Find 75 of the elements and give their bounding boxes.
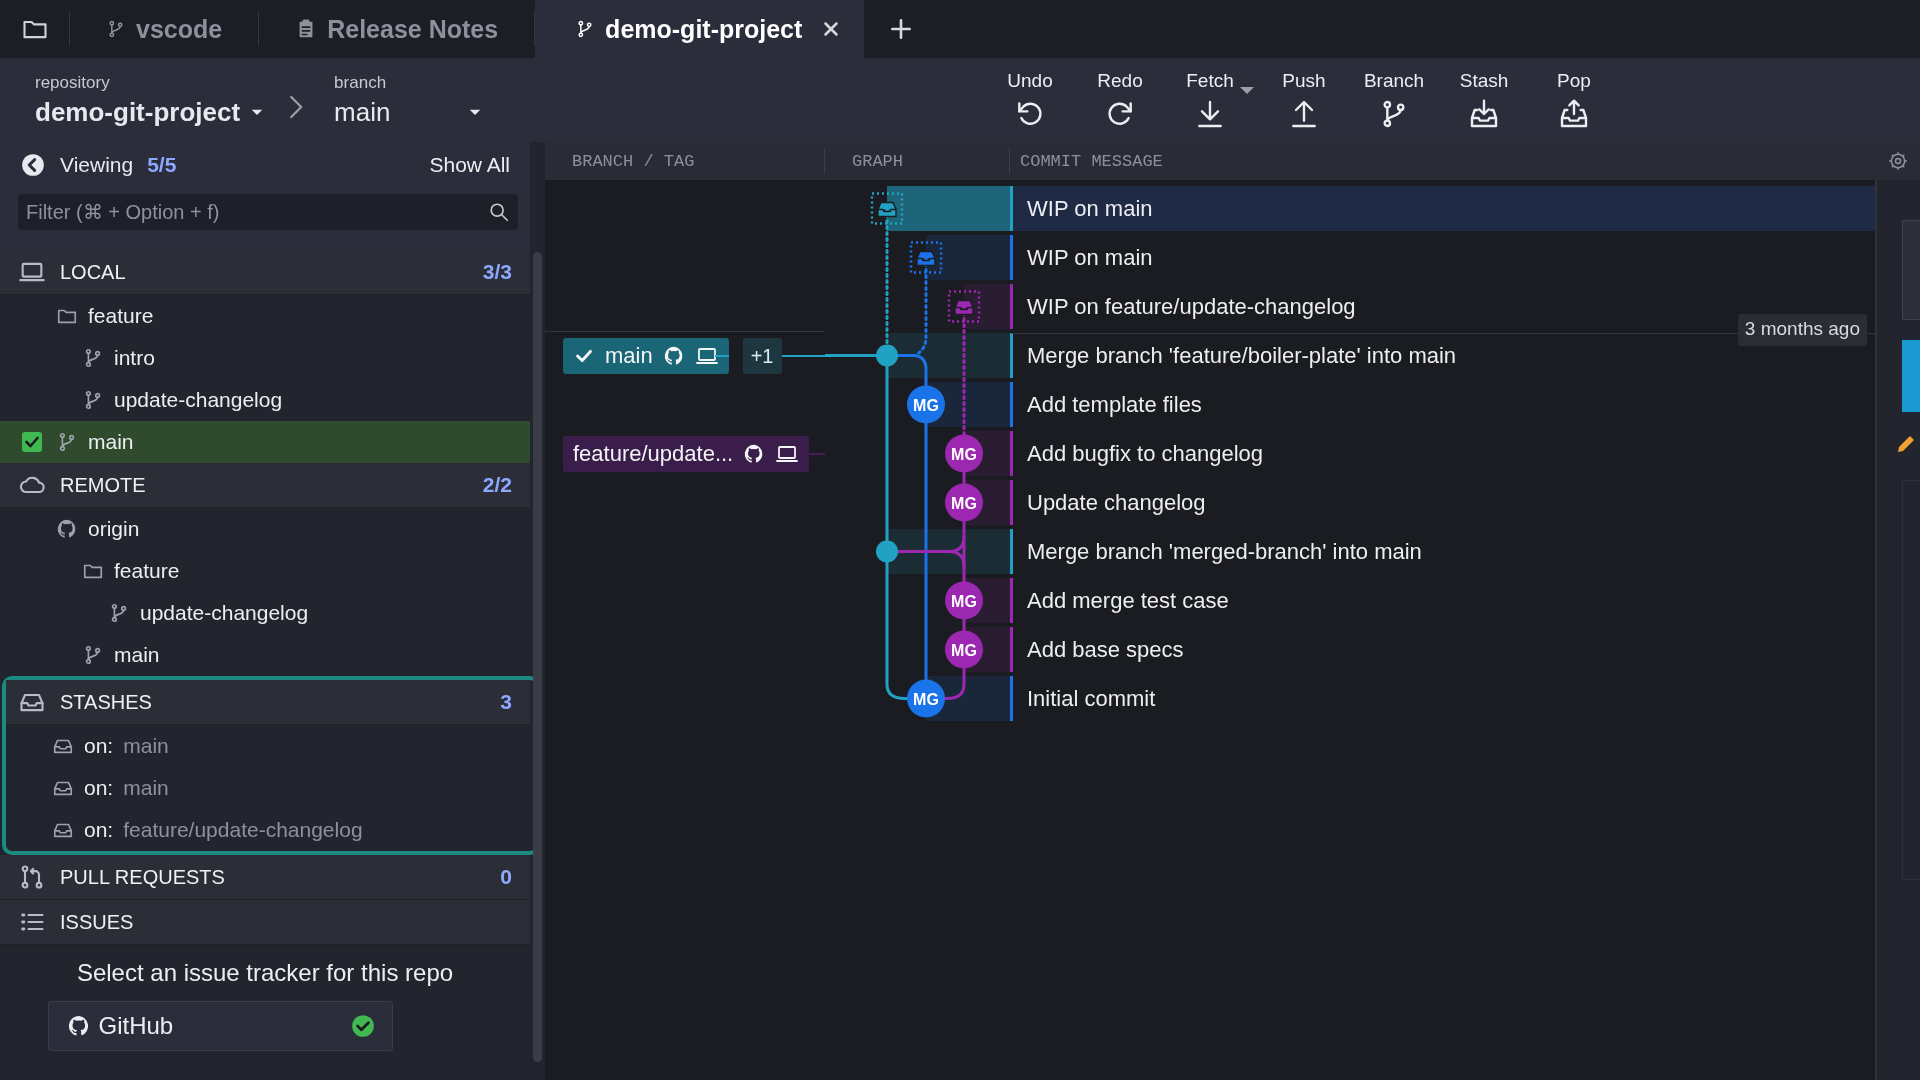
checkbox[interactable] bbox=[20, 430, 44, 454]
commit-message[interactable]: WIP on main bbox=[1010, 186, 1875, 231]
section-count: 3/3 bbox=[482, 260, 512, 284]
branch-dropdown[interactable]: main bbox=[334, 96, 485, 128]
branch-label[interactable]: main bbox=[563, 338, 729, 374]
section-title: ISSUES bbox=[60, 910, 134, 934]
stash-node bbox=[870, 192, 904, 225]
author-avatar: MG bbox=[945, 434, 983, 473]
row-highlight bbox=[964, 284, 1010, 329]
filter-field[interactable]: Filter (⌘ + Option + f) bbox=[18, 194, 518, 230]
section-title: PULL REQUESTS bbox=[60, 865, 225, 889]
issue-tracker-message: Select an issue tracker for this repo bbox=[76, 959, 454, 987]
github-icon bbox=[66, 1014, 91, 1038]
stash-item[interactable]: on: feature/update-changelog bbox=[6, 809, 530, 851]
tree-item[interactable]: feature bbox=[26, 550, 530, 592]
viewing-label: Viewing bbox=[60, 153, 134, 177]
toolbar-button[interactable]: Fetch bbox=[1165, 66, 1255, 134]
section-title: STASHES bbox=[60, 690, 152, 714]
author-avatar: MG bbox=[945, 581, 983, 620]
toolbar-button[interactable]: Pop bbox=[1529, 66, 1619, 134]
accent-bar bbox=[1902, 340, 1920, 412]
connector-line bbox=[781, 355, 825, 357]
section-header[interactable]: STASHES 3 bbox=[6, 680, 530, 725]
toolbar-button[interactable]: Undo bbox=[985, 66, 1075, 134]
author-avatar: MG bbox=[907, 679, 945, 718]
section-count: 3 bbox=[500, 690, 512, 714]
github-icon bbox=[56, 518, 78, 540]
tab[interactable]: demo-git-project bbox=[535, 0, 865, 58]
column-header: BRANCH / TAG bbox=[545, 148, 825, 174]
author-avatar: MG bbox=[945, 630, 983, 669]
tab[interactable]: vscode bbox=[70, 12, 260, 46]
author-avatar: MG bbox=[945, 483, 983, 522]
tray-out-icon bbox=[1558, 98, 1590, 130]
commit-date: 3 months ago bbox=[1737, 314, 1867, 346]
toolbar-button[interactable]: Branch bbox=[1349, 66, 1439, 134]
stash-item[interactable]: on: main bbox=[6, 725, 530, 767]
section-header[interactable]: REMOTE 2/2 bbox=[0, 463, 530, 508]
section-count: 2/2 bbox=[482, 473, 512, 497]
search-icon[interactable] bbox=[488, 201, 510, 223]
section-header[interactable]: ISSUES bbox=[0, 900, 530, 945]
show-all-button[interactable]: Show All bbox=[423, 152, 516, 178]
tree-item[interactable]: main bbox=[26, 634, 530, 676]
author-avatar: MG bbox=[907, 385, 945, 424]
connector-line bbox=[809, 452, 825, 455]
back-icon[interactable] bbox=[20, 152, 46, 178]
tray-in-icon bbox=[1468, 98, 1500, 130]
viewing-count: 5/5 bbox=[147, 153, 177, 177]
settings-icon[interactable] bbox=[1888, 151, 1908, 171]
branch-label[interactable]: feature/update... bbox=[563, 435, 810, 472]
tree-item[interactable]: main bbox=[0, 421, 530, 463]
column-header: COMMIT MESSAGE bbox=[1019, 150, 1164, 173]
section-title: LOCAL bbox=[60, 260, 126, 284]
tree-item[interactable]: feature bbox=[0, 295, 530, 337]
toolbar-button[interactable]: Push bbox=[1259, 66, 1349, 134]
column-header: GRAPH bbox=[825, 148, 1010, 174]
section-title: REMOTE bbox=[60, 473, 146, 497]
tree-item[interactable]: intro bbox=[26, 337, 530, 379]
section-header[interactable]: LOCAL 3/3 bbox=[0, 250, 530, 295]
field-caption: branch bbox=[334, 72, 388, 93]
github-icon bbox=[662, 345, 685, 367]
tree-item[interactable]: origin bbox=[0, 508, 530, 550]
ref-count-badge: +1 bbox=[742, 338, 782, 374]
section-header[interactable]: PULL REQUESTS 0 bbox=[0, 855, 530, 900]
tree-item[interactable]: update-changelog bbox=[26, 379, 530, 421]
stash-node bbox=[947, 290, 981, 323]
tracker-button[interactable]: GitHub bbox=[47, 1001, 393, 1051]
toolbar-button[interactable]: Stash bbox=[1439, 66, 1529, 134]
scrollbar[interactable] bbox=[533, 252, 542, 1062]
toolbar-button[interactable]: Redo bbox=[1075, 66, 1165, 134]
section-count: 0 bbox=[500, 865, 512, 889]
field-caption: repository bbox=[35, 72, 111, 93]
repository-dropdown[interactable]: demo-git-project bbox=[35, 96, 267, 128]
stash-item[interactable]: on: main bbox=[6, 767, 530, 809]
stash-node bbox=[909, 241, 943, 274]
tree-item[interactable]: update-changelog bbox=[52, 592, 530, 634]
